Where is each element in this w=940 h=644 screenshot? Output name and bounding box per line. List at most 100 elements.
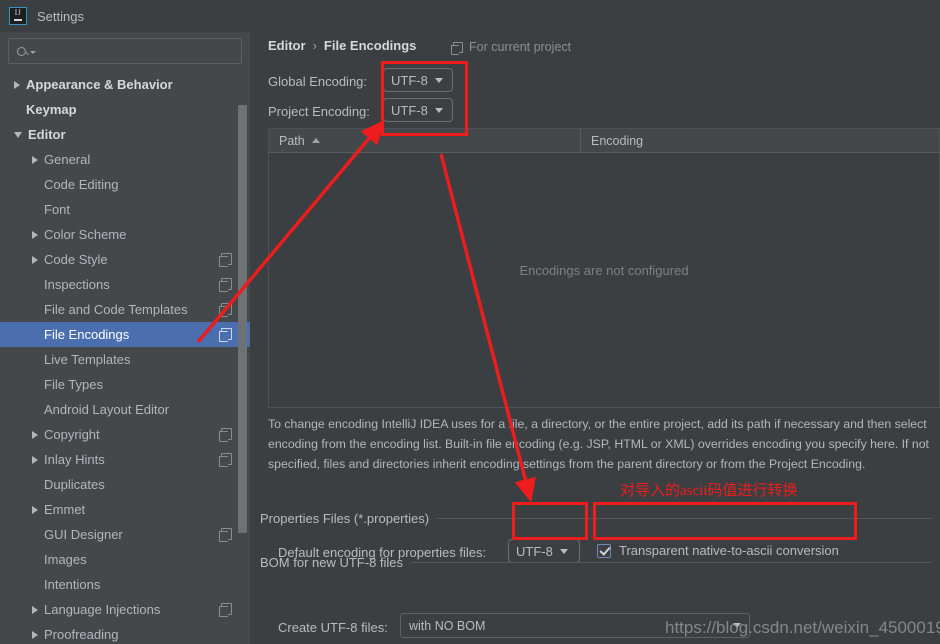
column-header-path-label: Path — [279, 133, 305, 148]
chevron-down-icon — [559, 548, 568, 554]
breadcrumb-current: File Encodings — [323, 38, 417, 53]
sidebar-item-proofreading[interactable]: Proofreading — [0, 622, 250, 644]
for-current-project-label: For current project — [451, 40, 572, 55]
sidebar-item-android-layout-editor[interactable]: Android Layout Editor — [0, 397, 250, 422]
search-icon — [17, 46, 26, 56]
sidebar-item-language-injections[interactable]: Language Injections — [0, 597, 250, 622]
copy-icon — [219, 603, 232, 617]
sidebar-item-label: Inlay Hints — [44, 452, 105, 467]
sidebar-item-label: Font — [44, 202, 71, 217]
sidebar-item-duplicates[interactable]: Duplicates — [0, 472, 250, 497]
watermark: https://blog.csdn.net/weixin_45000199 — [665, 618, 940, 637]
sidebar-item-label: File Encodings — [44, 327, 130, 342]
empty-table-message: Encodings are not configured — [519, 263, 689, 278]
chevron-right-icon[interactable] — [32, 255, 38, 264]
copy-icon — [219, 278, 232, 292]
sidebar-item-label: Images — [44, 552, 87, 567]
encodings-table[interactable]: Path Encoding Encodings are not configur… — [268, 128, 940, 408]
sidebar-item-label: Live Templates — [44, 352, 131, 367]
for-current-project-text: For current project — [469, 40, 572, 54]
annotation-chinese-note: 对导入的ascii码值进行转换 — [620, 483, 798, 499]
bom-group-header: BOM for new UTF-8 files — [260, 555, 932, 570]
create-utf8-files-label: Create UTF-8 files: — [278, 620, 388, 635]
sidebar-item-code-style[interactable]: Code Style — [0, 247, 250, 272]
group-divider — [411, 562, 932, 563]
chevron-right-icon[interactable] — [32, 505, 38, 514]
sidebar-item-label: Android Layout Editor — [44, 402, 170, 417]
column-header-encoding[interactable]: Encoding — [581, 129, 643, 153]
search-box[interactable] — [8, 38, 242, 64]
sidebar-item-gui-designer[interactable]: GUI Designer — [0, 522, 250, 547]
sidebar-item-label: File Types — [44, 377, 104, 392]
project-encoding-label: Project Encoding: — [268, 104, 370, 119]
sidebar-item-inspections[interactable]: Inspections — [0, 272, 250, 297]
breadcrumb: Editor › File Encodings — [268, 38, 416, 53]
settings-tree[interactable]: Appearance & Behavior Keymap Editor General… — [0, 72, 250, 644]
sidebar-item-label: Editor — [28, 127, 66, 142]
table-header: Path Encoding — [269, 128, 939, 153]
sidebar-item-label: Code Editing — [44, 177, 119, 192]
chevron-right-icon[interactable] — [32, 430, 38, 439]
sidebar-item-label: Inspections — [44, 277, 110, 292]
search-input[interactable] — [40, 44, 230, 58]
sidebar-item-general[interactable]: General — [0, 147, 250, 172]
chevron-down-icon — [30, 51, 36, 54]
sidebar-item-copyright[interactable]: Copyright — [0, 422, 250, 447]
sidebar-item-label: GUI Designer — [44, 527, 123, 542]
sidebar-item-file-encodings[interactable]: File Encodings — [0, 322, 250, 347]
sidebar-item-appearance-behavior[interactable]: Appearance & Behavior — [0, 72, 250, 97]
search-field-wrapper — [8, 38, 242, 64]
sidebar-item-file-types[interactable]: File Types — [0, 372, 250, 397]
sidebar-item-label: Duplicates — [44, 477, 105, 492]
copy-icon — [219, 303, 232, 317]
sidebar-scrollbar[interactable] — [238, 105, 247, 533]
sidebar-item-label: Appearance & Behavior — [26, 77, 173, 92]
sidebar-item-font[interactable]: Font — [0, 197, 250, 222]
sidebar-item-keymap[interactable]: Keymap — [0, 97, 250, 122]
sidebar-item-emmet[interactable]: Emmet — [0, 497, 250, 522]
sidebar-item-label: General — [44, 152, 91, 167]
sort-ascending-icon — [311, 138, 320, 143]
chevron-right-icon[interactable] — [14, 80, 20, 89]
sidebar-item-inlay-hints[interactable]: Inlay Hints — [0, 447, 250, 472]
sidebar-item-label: Proofreading — [44, 627, 119, 642]
create-utf8-files-value: with NO BOM — [409, 618, 486, 633]
bom-group-title: BOM for new UTF-8 files — [260, 555, 404, 570]
copy-icon — [219, 253, 232, 267]
sidebar-item-editor[interactable]: Editor — [0, 122, 250, 147]
sidebar-item-label: Copyright — [44, 427, 100, 442]
copy-icon — [451, 41, 463, 55]
window-title: Settings — [37, 8, 84, 24]
chevron-right-icon[interactable] — [32, 155, 38, 164]
settings-dialog: IJ Settings Appearance & Behavior Keymap E… — [0, 0, 940, 644]
chevron-right-icon[interactable] — [32, 630, 38, 639]
chevron-right-icon[interactable] — [32, 230, 38, 239]
copy-icon — [219, 428, 232, 442]
copy-icon — [219, 453, 232, 467]
sidebar-item-label: File and Code Templates — [44, 302, 188, 317]
sidebar-item-live-templates[interactable]: Live Templates — [0, 347, 250, 372]
sidebar-item-code-editing[interactable]: Code Editing — [0, 172, 250, 197]
main-panel: Editor › File Encodings For current proj… — [250, 32, 940, 644]
sidebar-item-intentions[interactable]: Intentions — [0, 572, 250, 597]
copy-icon — [219, 328, 232, 342]
chevron-right-icon[interactable] — [32, 455, 38, 464]
breadcrumb-parent[interactable]: Editor — [268, 38, 306, 53]
column-header-encoding-label: Encoding — [591, 133, 644, 148]
properties-files-group-title: Properties Files (*.properties) — [260, 511, 430, 526]
sidebar-item-images[interactable]: Images — [0, 547, 250, 572]
chevron-right-icon[interactable] — [32, 605, 38, 614]
annotation-box-native-to-ascii — [593, 502, 857, 540]
global-encoding-label: Global Encoding: — [268, 74, 368, 89]
sidebar-item-label: Language Injections — [44, 602, 161, 617]
sidebar-item-file-and-code-templates[interactable]: File and Code Templates — [0, 297, 250, 322]
sidebar-item-label: Code Style — [44, 252, 108, 267]
chevron-down-icon[interactable] — [14, 131, 22, 138]
breadcrumb-separator-icon: › — [312, 38, 317, 53]
settings-sidebar: Appearance & Behavior Keymap Editor General… — [0, 32, 250, 644]
sidebar-item-label: Keymap — [26, 102, 77, 117]
sidebar-item-label: Emmet — [44, 502, 86, 517]
intellij-idea-logo-icon: IJ — [9, 7, 27, 25]
sidebar-item-label: Intentions — [44, 577, 101, 592]
sidebar-item-color-scheme[interactable]: Color Scheme — [0, 222, 250, 247]
